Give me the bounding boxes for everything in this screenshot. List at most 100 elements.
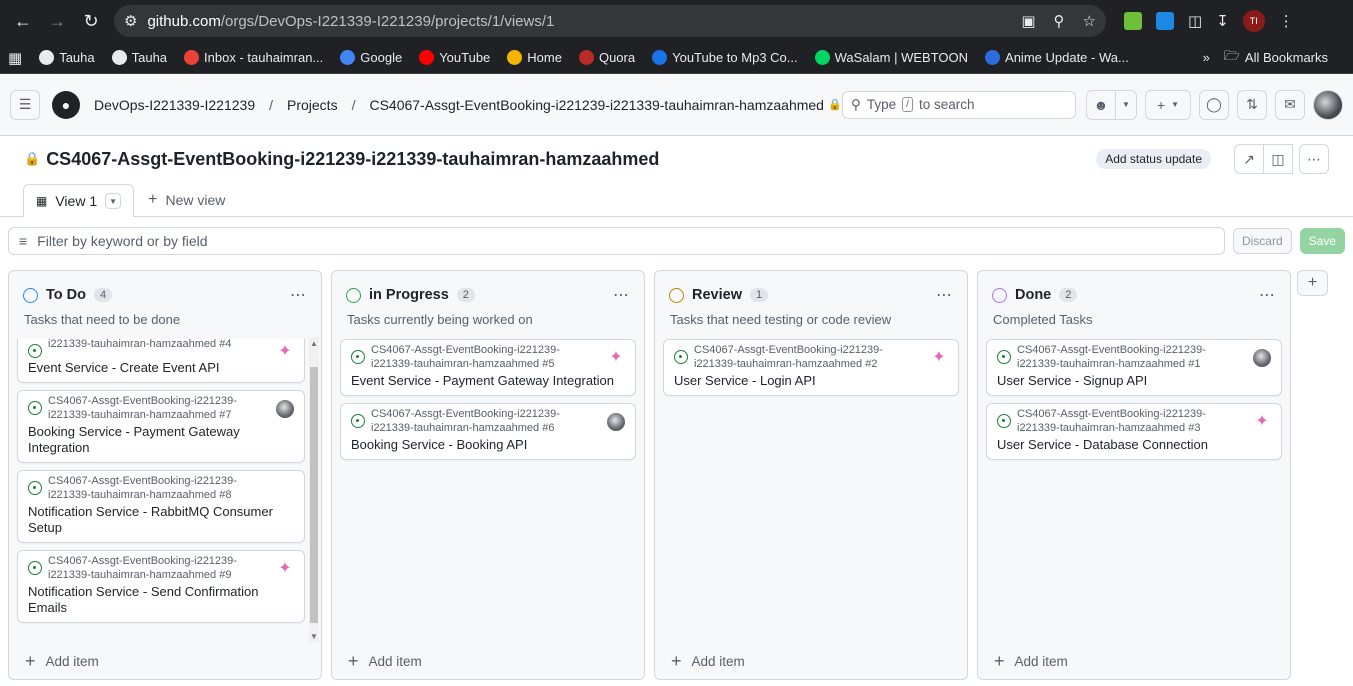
card-title[interactable]: Notification Service - Send Confirmation… <box>28 584 294 616</box>
column-menu-icon[interactable]: ⋯ <box>290 285 307 305</box>
bookmark-item[interactable]: YouTube <box>419 50 490 65</box>
assignee-avatar[interactable] <box>607 413 625 431</box>
forward-icon[interactable]: → <box>40 4 74 38</box>
breadcrumb-projects[interactable]: Projects <box>287 97 338 113</box>
bookmark-item[interactable]: Google <box>340 50 402 65</box>
github-logo-icon[interactable]: ● <box>52 90 80 119</box>
card-title[interactable]: Notification Service - RabbitMQ Consumer… <box>28 504 294 536</box>
column-menu-icon[interactable]: ⋯ <box>613 285 630 305</box>
bookmark-favicon-icon <box>419 50 435 65</box>
create-new-button[interactable]: + ▼ <box>1145 89 1191 120</box>
address-bar[interactable]: ⚙ github.com/orgs/DevOps-I221339-I221239… <box>114 5 1106 37</box>
discard-button[interactable]: Discard <box>1232 228 1292 254</box>
card-title[interactable]: Booking Service - Payment Gateway Integr… <box>28 424 294 456</box>
card-repo-ref[interactable]: CS4067-Assgt-EventBooking-i221239-i22133… <box>1017 408 1245 435</box>
card-repo-ref[interactable]: i221339-tauhaimran-hamzaahmed #4 <box>48 339 231 352</box>
add-column-button[interactable]: + <box>1297 270 1328 296</box>
card-repo-ref[interactable]: CS4067-Assgt-EventBooking-i221239-i22133… <box>371 408 599 435</box>
all-bookmarks-button[interactable]: 🗁 All Bookmarks <box>1224 47 1328 69</box>
more-options-icon[interactable]: ⋯ <box>1299 144 1329 174</box>
assignee-avatar[interactable]: ✦ <box>276 560 294 578</box>
apps-grid-icon[interactable]: ▦ <box>8 49 22 67</box>
scroll-down-icon[interactable]: ▼ <box>310 632 318 641</box>
assignee-avatar[interactable]: ✦ <box>607 349 625 367</box>
chevron-down-icon[interactable]: ▼ <box>1115 89 1137 120</box>
download-icon[interactable]: ↧ <box>1216 12 1229 30</box>
bookmarks-overflow-icon[interactable]: » <box>1203 50 1210 65</box>
reload-icon[interactable]: ↻ <box>74 4 108 38</box>
card-repo-ref[interactable]: CS4067-Assgt-EventBooking-i221239-i22133… <box>48 475 268 502</box>
search-input[interactable]: ⚲ Type / to search <box>842 90 1076 119</box>
assignee-avatar[interactable] <box>1253 349 1271 367</box>
add-status-update-button[interactable]: Add status update <box>1096 149 1211 169</box>
assignee-avatar[interactable]: ✦ <box>276 343 294 361</box>
bookmark-item[interactable]: YouTube to Mp3 Co... <box>652 50 798 65</box>
profile-avatar[interactable]: TI <box>1242 10 1265 32</box>
site-info-icon[interactable]: ⚙ <box>124 12 137 30</box>
bookmark-item[interactable]: Anime Update - Wa... <box>985 50 1129 65</box>
breadcrumb-org[interactable]: DevOps-I221339-I221239 <box>94 97 255 113</box>
add-item-button[interactable]: + Add item <box>978 643 1290 679</box>
pull-requests-icon[interactable]: ⇅ <box>1237 89 1267 120</box>
user-avatar[interactable] <box>1313 89 1343 120</box>
bookmark-item[interactable]: Home <box>507 50 562 65</box>
issue-card[interactable]: CS4067-Assgt-EventBooking-i221239-i22133… <box>340 403 636 460</box>
hamburger-menu-icon[interactable]: ☰ <box>10 89 40 120</box>
chevron-down-icon[interactable]: ▼ <box>105 193 122 209</box>
scroll-up-icon[interactable]: ▲ <box>310 339 318 348</box>
add-item-button[interactable]: + Add item <box>9 643 321 679</box>
card-title[interactable]: User Service - Login API <box>674 373 948 389</box>
issue-card[interactable]: CS4067-Assgt-EventBooking-i221239-i22133… <box>17 390 305 463</box>
add-item-button[interactable]: + Add item <box>332 643 644 679</box>
card-repo-ref[interactable]: CS4067-Assgt-EventBooking-i221239-i22133… <box>694 344 922 371</box>
zoom-icon[interactable]: ⚲ <box>1054 12 1065 30</box>
issue-card[interactable]: CS4067-Assgt-EventBooking-i221239-i22133… <box>663 339 959 396</box>
column-menu-icon[interactable]: ⋯ <box>936 285 953 305</box>
side-panel-icon[interactable]: ◫ <box>1263 144 1293 174</box>
issue-card[interactable]: CS4067-Assgt-EventBooking-i221239-i22133… <box>340 339 636 396</box>
card-repo-ref[interactable]: CS4067-Assgt-EventBooking-i221239-i22133… <box>1017 344 1245 371</box>
assignee-avatar[interactable]: ✦ <box>1253 413 1271 431</box>
install-app-icon[interactable]: ▣ <box>1021 12 1035 30</box>
card-repo-ref[interactable]: CS4067-Assgt-EventBooking-i221239-i22133… <box>48 555 268 582</box>
menu-kebab-icon[interactable]: ⋮ <box>1279 12 1294 30</box>
issue-card[interactable]: CS4067-Assgt-EventBooking-i221239-i22133… <box>986 403 1282 460</box>
extension-icon[interactable] <box>1124 12 1142 30</box>
inbox-icon[interactable]: ✉ <box>1275 89 1305 120</box>
bookmark-item[interactable]: WaSalam | WEBTOON <box>814 50 968 65</box>
scrollbar-thumb[interactable] <box>310 367 318 623</box>
card-title[interactable]: User Service - Signup API <box>997 373 1271 389</box>
bookmark-label: Anime Update - Wa... <box>1005 50 1129 65</box>
bookmark-item[interactable]: Tauha <box>111 50 167 65</box>
bookmark-item[interactable]: Tauha <box>39 50 95 65</box>
card-repo-ref[interactable]: CS4067-Assgt-EventBooking-i221239-i22133… <box>371 344 599 371</box>
card-title[interactable]: Event Service - Create Event API <box>28 360 294 376</box>
bookmark-star-icon[interactable]: ☆ <box>1083 12 1096 30</box>
bookmark-item[interactable]: Inbox - tauhaimran... <box>184 50 323 65</box>
column-menu-icon[interactable]: ⋯ <box>1259 285 1276 305</box>
card-repo-ref[interactable]: CS4067-Assgt-EventBooking-i221239-i22133… <box>48 395 268 422</box>
extensions-puzzle-icon[interactable]: ◫ <box>1188 12 1202 30</box>
issue-card[interactable]: CS4067-Assgt-EventBooking-i221239-i22133… <box>986 339 1282 396</box>
add-item-button[interactable]: + Add item <box>655 643 967 679</box>
breadcrumb-project[interactable]: CS4067-Assgt-EventBooking-i221239-i22133… <box>369 97 824 113</box>
new-view-button[interactable]: + New view <box>134 183 239 216</box>
column-scrollbar[interactable]: ▲ ▼ <box>309 337 319 643</box>
tab-view-1[interactable]: ▦ View 1 ▼ <box>23 184 135 217</box>
issue-card[interactable]: CS4067-Assgt-EventBooking-i221239-i22133… <box>17 470 305 543</box>
issue-card[interactable]: CS4067-Assgt-EventBooking-i221239-i22133… <box>17 550 305 623</box>
back-icon[interactable]: ← <box>6 4 40 38</box>
extension-icon[interactable] <box>1156 12 1174 30</box>
bookmark-item[interactable]: Quora <box>578 50 635 65</box>
save-button[interactable]: Save <box>1299 228 1345 254</box>
issues-icon[interactable]: ◯ <box>1199 89 1229 120</box>
assignee-avatar[interactable] <box>276 400 294 418</box>
insights-icon[interactable]: ↗ <box>1234 144 1264 174</box>
card-title[interactable]: Event Service - Payment Gateway Integrat… <box>351 373 625 389</box>
issue-card[interactable]: i221339-tauhaimran-hamzaahmed #4 Event Se… <box>17 339 305 383</box>
card-title[interactable]: User Service - Database Connection <box>997 437 1271 453</box>
card-title[interactable]: Booking Service - Booking API <box>351 437 625 453</box>
filter-input[interactable]: ≡ Filter by keyword or by field <box>8 227 1225 255</box>
assignee-avatar[interactable]: ✦ <box>930 349 948 367</box>
copilot-icon[interactable]: ☻ <box>1086 89 1116 120</box>
